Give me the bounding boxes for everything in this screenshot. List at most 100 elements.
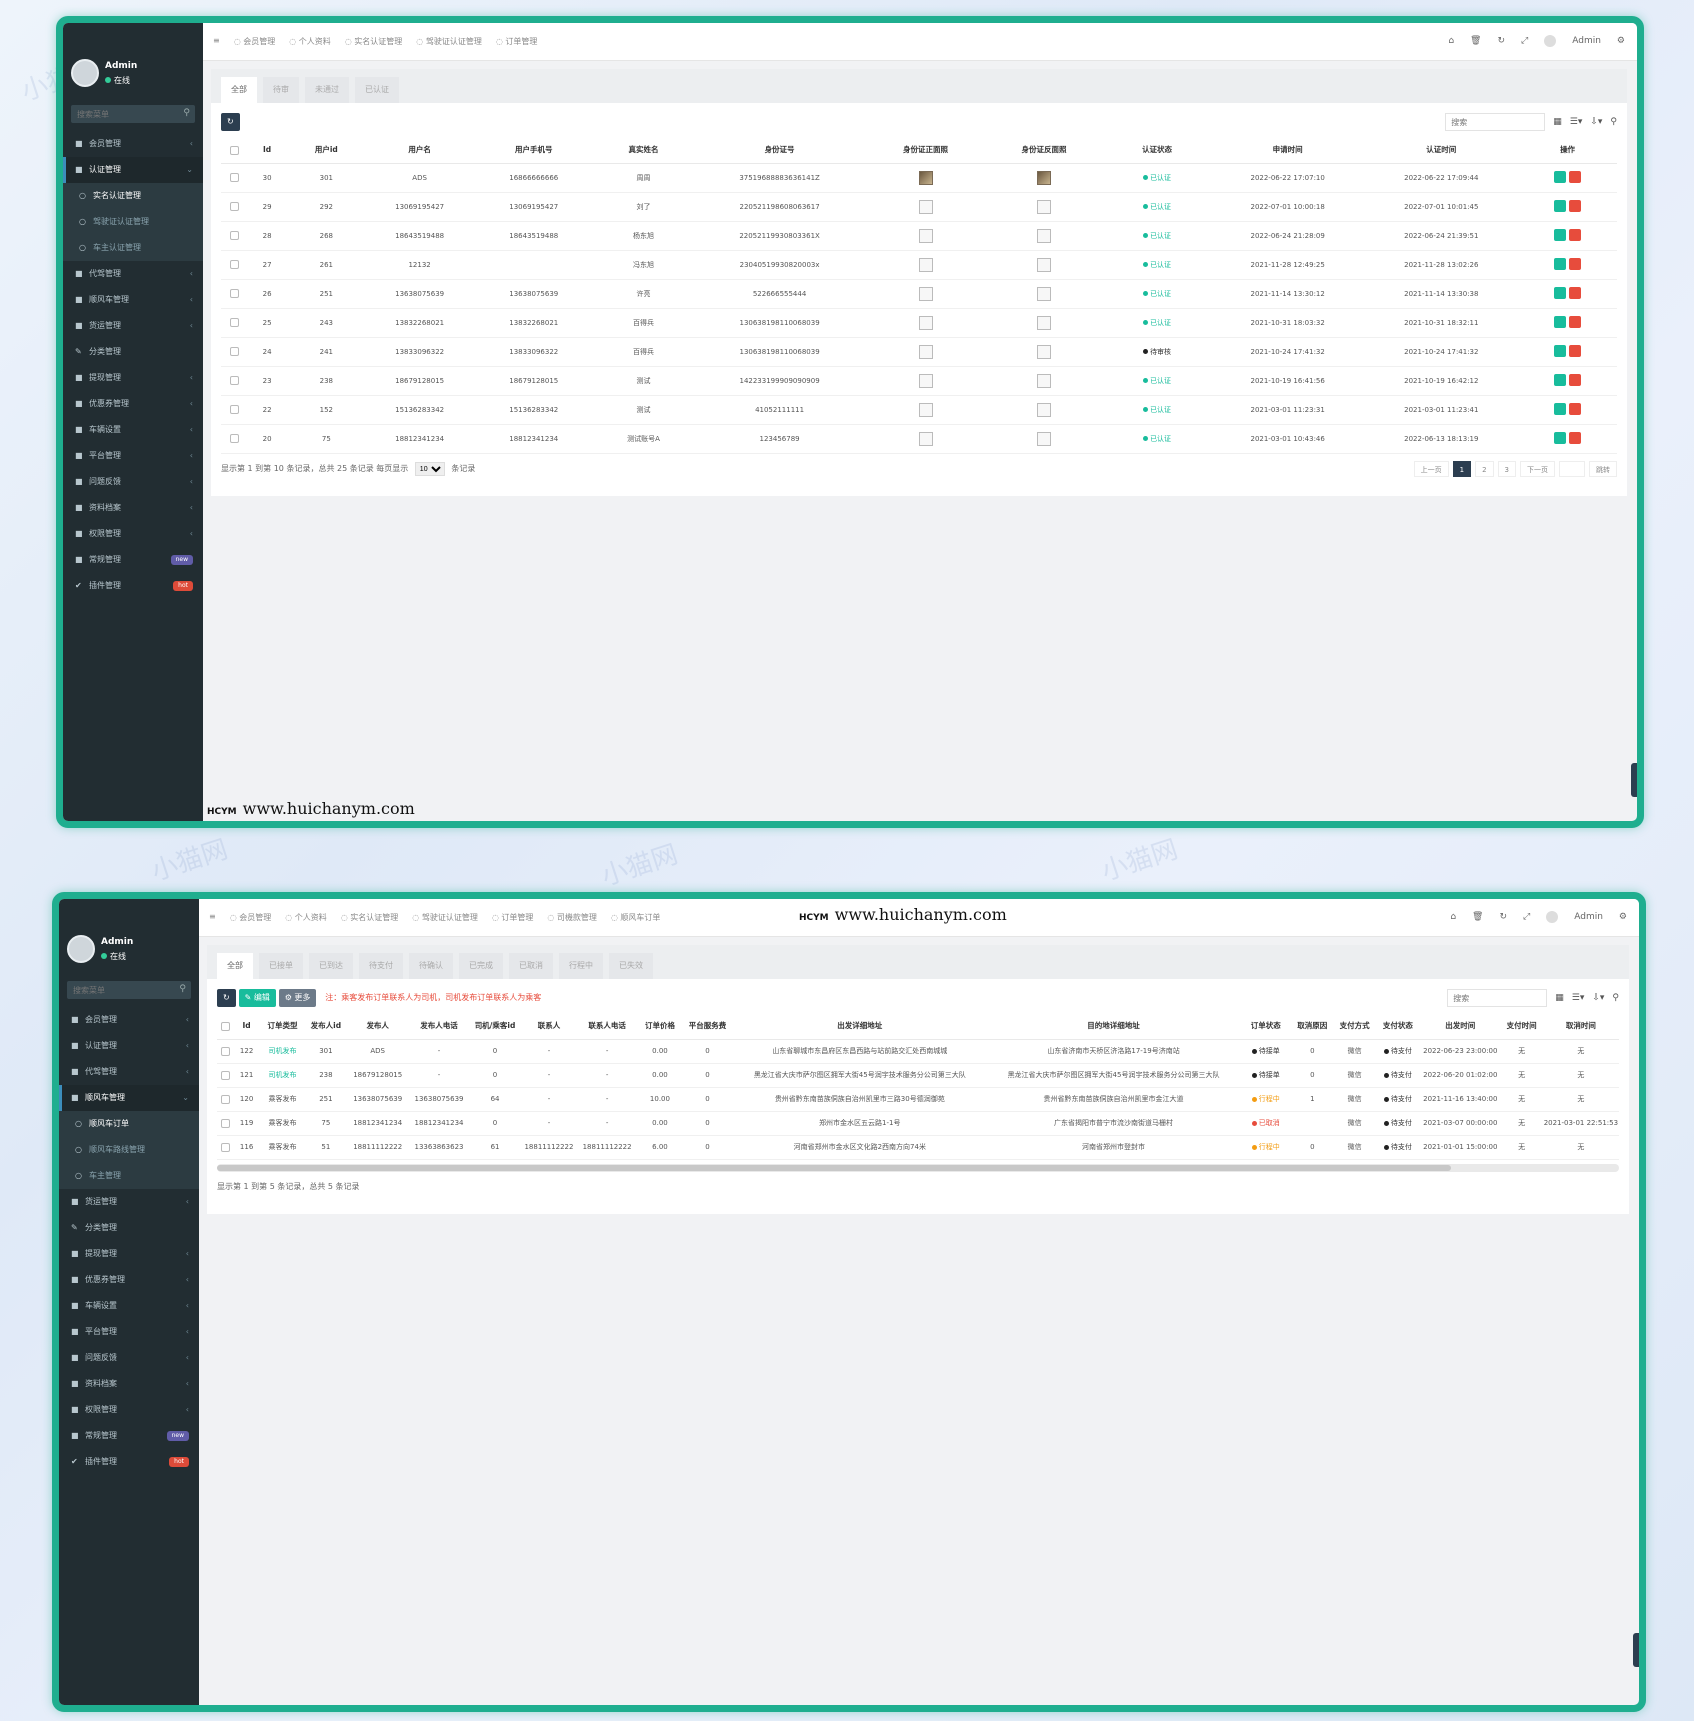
sidebar-item[interactable]: ■ 提现管理 ‹	[63, 365, 203, 391]
top-user-name[interactable]: Admin	[1572, 36, 1601, 46]
row-checkbox[interactable]	[229, 231, 239, 240]
page-button[interactable]: 3	[1497, 460, 1516, 477]
page-button[interactable]: 1	[1452, 460, 1472, 477]
row-checkbox[interactable]	[229, 173, 239, 182]
edit-icon[interactable]	[1554, 344, 1567, 357]
id-front-image[interactable]	[918, 170, 933, 185]
edit-button[interactable]: ✎ 编辑	[238, 989, 276, 1007]
table-row[interactable]: 121 司机发布 238 18679128015-0- -0.00 0 黑龙江省大庆市萨尔图…	[217, 1063, 1619, 1088]
id-back-image[interactable]	[1037, 257, 1052, 272]
menu-search[interactable]: ⚲	[67, 981, 191, 999]
row-select[interactable]	[221, 424, 248, 454]
export-icon[interactable]: ⇩▾	[1590, 117, 1602, 127]
side-handle[interactable]	[1633, 1633, 1639, 1667]
edit-icon[interactable]	[1554, 315, 1567, 328]
refresh-button[interactable]: ↻	[221, 113, 240, 131]
id-front-image[interactable]	[918, 402, 933, 417]
row-checkbox[interactable]	[229, 405, 239, 414]
row-checkbox[interactable]	[229, 202, 239, 211]
top-tab[interactable]: ◌ 驾驶证认证管理	[412, 912, 478, 923]
edit-icon[interactable]	[1554, 257, 1567, 270]
sidebar-item[interactable]: ○ 驾驶证认证管理	[63, 209, 203, 235]
status-tab[interactable]: 已取消	[509, 953, 553, 979]
sidebar-item[interactable]: ■ 权限管理 ‹	[59, 1397, 199, 1423]
sidebar-item[interactable]: ○ 顺风车订单	[59, 1111, 199, 1137]
sidebar-item[interactable]: ■ 平台管理 ‹	[59, 1319, 199, 1345]
table-row[interactable]: 20 75 18812341234 18812341234 测试账号A 123456789…	[221, 424, 1617, 454]
id-front-image[interactable]	[918, 257, 933, 272]
table-search-input[interactable]	[1447, 989, 1548, 1007]
top-tab[interactable]: ◌ 实名认证管理	[345, 36, 403, 47]
delete-icon[interactable]	[1569, 199, 1582, 212]
home-icon[interactable]: ⌂	[1448, 36, 1454, 46]
sidebar-item[interactable]: ■ 优惠券管理 ‹	[63, 391, 203, 417]
select-all-header[interactable]	[217, 1013, 234, 1040]
id-back-image[interactable]	[1037, 373, 1052, 388]
row-checkbox[interactable]	[220, 1142, 230, 1152]
row-checkbox[interactable]	[229, 289, 239, 298]
delete-icon[interactable]	[1569, 257, 1582, 270]
table-row[interactable]: 22 152 15136283342 15136283342 测试 41052111111…	[221, 395, 1617, 425]
table-row[interactable]: 26 251 13638075639 13638075639 许亮 52266655544…	[221, 279, 1617, 309]
table-row[interactable]: 25 243 13832268021 13832268021 百得兵 1306381981…	[221, 308, 1617, 338]
sidebar-item[interactable]: ■ 资料档案 ‹	[63, 495, 203, 521]
top-tab[interactable]: ◌ 个人资料	[285, 912, 327, 923]
page-button[interactable]: 上一页	[1413, 460, 1449, 477]
row-checkbox[interactable]	[229, 347, 239, 356]
edit-icon[interactable]	[1554, 199, 1567, 212]
trash-icon[interactable]: 🗑	[1470, 36, 1481, 46]
row-select[interactable]	[221, 337, 248, 367]
row-checkbox[interactable]	[229, 318, 239, 327]
row-select[interactable]	[217, 1111, 234, 1136]
table-row[interactable]: 29 292 13069195427 13069195427 刘了 22052119860…	[221, 192, 1617, 222]
row-checkbox[interactable]	[229, 434, 239, 443]
status-tab[interactable]: 已完成	[459, 953, 503, 979]
hamburger-icon[interactable]: ≡	[209, 912, 216, 923]
sidebar-item[interactable]: ■ 顺风车管理 ⌄	[59, 1085, 199, 1111]
page-size-select[interactable]: 10	[414, 462, 445, 476]
edit-icon[interactable]	[1554, 402, 1567, 415]
id-front-image[interactable]	[918, 315, 933, 330]
top-tab[interactable]: ◌ 会员管理	[230, 912, 272, 923]
sidebar-item[interactable]: ■ 资料档案 ‹	[59, 1371, 199, 1397]
top-tab[interactable]: ◌ 订单管理	[492, 912, 534, 923]
sidebar-item[interactable]: ✔ 插件管理 hot	[63, 573, 203, 599]
side-handle[interactable]	[1631, 763, 1637, 797]
id-back-image[interactable]	[1037, 170, 1052, 185]
row-select[interactable]	[217, 1087, 234, 1112]
delete-icon[interactable]	[1569, 286, 1582, 299]
export-icon[interactable]: ⇩▾	[1592, 993, 1604, 1003]
table-row[interactable]: 23 238 18679128015 18679128015 测试 14223319990…	[221, 366, 1617, 396]
toggle-view-icon[interactable]: ☰▾	[1570, 117, 1583, 127]
row-select[interactable]	[221, 192, 248, 222]
horizontal-scrollbar[interactable]	[217, 1163, 1619, 1172]
table-row[interactable]: 116 乘客发布 51 18811112222 13363863623 61 1881111…	[217, 1135, 1619, 1160]
table-search-input[interactable]	[1445, 113, 1546, 131]
sidebar-item[interactable]: ■ 优惠券管理 ‹	[59, 1267, 199, 1293]
sidebar-item[interactable]: ✎ 分类管理	[59, 1215, 199, 1241]
sidebar-item[interactable]: ■ 代驾管理 ‹	[59, 1059, 199, 1085]
sidebar-item[interactable]: ■ 认证管理 ‹	[59, 1033, 199, 1059]
top-tab[interactable]: ◌ 实名认证管理	[341, 912, 399, 923]
top-tab[interactable]: ◌ 订单管理	[496, 36, 538, 47]
id-back-image[interactable]	[1037, 228, 1052, 243]
page-button[interactable]: 下一页	[1520, 460, 1555, 477]
scrollbar-thumb[interactable]	[217, 1164, 1451, 1171]
table-row[interactable]: 120 乘客发布 251 13638075639 13638075639 64- -10.0…	[217, 1087, 1619, 1112]
id-front-image[interactable]	[918, 431, 933, 446]
sidebar-item[interactable]: ■ 会员管理 ‹	[63, 131, 203, 157]
settings-icon[interactable]: ⚙	[1619, 912, 1627, 922]
sidebar-item[interactable]: ✔ 插件管理 hot	[59, 1449, 199, 1475]
refresh-button[interactable]: ↻	[217, 989, 236, 1007]
jump-button[interactable]: 跳转	[1589, 460, 1617, 477]
menu-search-input[interactable]	[67, 981, 191, 999]
page-button[interactable]: 2	[1475, 460, 1494, 477]
sidebar-item[interactable]: ○ 车主认证管理	[63, 235, 203, 261]
delete-icon[interactable]	[1569, 373, 1582, 386]
search-icon[interactable]: ⚲	[1610, 117, 1617, 127]
row-select[interactable]	[221, 163, 248, 193]
menu-search[interactable]: ⚲	[71, 105, 195, 123]
search-icon[interactable]: ⚲	[179, 984, 186, 994]
top-tab[interactable]: ◌ 司機款管理	[547, 912, 597, 923]
top-tab[interactable]: ◌ 个人资料	[289, 36, 331, 47]
